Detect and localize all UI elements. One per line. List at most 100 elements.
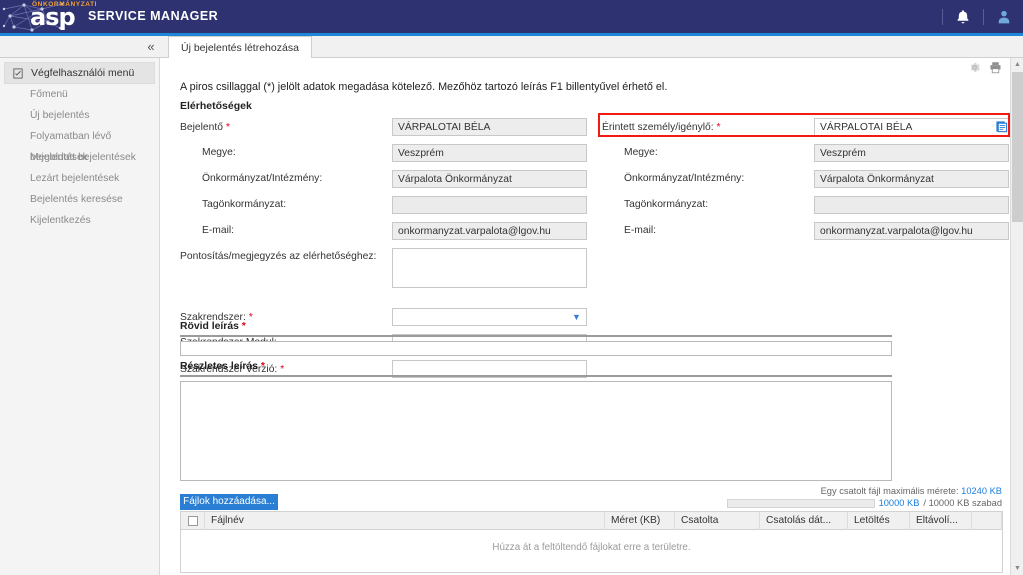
- field-row-email-left: E-mail: onkormanyzat.varpalota@lgov.hu: [180, 222, 590, 244]
- quota-max-line: Egy csatolt fájl maximális mérete: 10240…: [692, 486, 1002, 496]
- collapse-sidebar-button[interactable]: «: [140, 38, 162, 56]
- scrollbar-thumb[interactable]: [1012, 72, 1023, 222]
- label-email-left: E-mail:: [202, 225, 235, 236]
- label-tagonkormanyzat-left: Tagönkormányzat:: [202, 199, 287, 210]
- sidebar-item-kijelentkezes[interactable]: Kijelentkezés: [0, 210, 159, 231]
- attachments-grid-body[interactable]: Húzza át a feltöltendő fájlokat erre a t…: [181, 530, 1002, 572]
- main-vertical-scrollbar[interactable]: ▲ ▼: [1010, 58, 1023, 575]
- column-header-meret[interactable]: Méret (KB): [605, 511, 675, 530]
- input-tagonkormanyzat-right: [814, 196, 1009, 214]
- input-megye-left: Veszprém: [392, 144, 587, 162]
- input-onkormanyzat-right: Várpalota Önkormányzat: [814, 170, 1009, 188]
- required-marker: *: [241, 320, 246, 332]
- sidebar: Végfelhasználói menü Főmenü Új bejelenté…: [0, 58, 160, 575]
- input-onkormanyzat-left: Várpalota Önkormányzat: [392, 170, 587, 188]
- required-marker: *: [225, 121, 230, 133]
- quota-max-value: 10240 KB: [961, 486, 1002, 496]
- label-tagonkormanyzat-right: Tagönkormányzat:: [624, 199, 709, 210]
- column-header-fajlnev[interactable]: Fájlnév: [205, 511, 605, 530]
- product-name: SERVICE MANAGER: [88, 9, 219, 23]
- print-icon[interactable]: [989, 61, 1002, 74]
- label-pontositas: Pontosítás/megjegyzés az elérhetőséghez:: [180, 251, 377, 262]
- form-toolbar: [968, 61, 1002, 74]
- required-marker: *: [260, 360, 265, 372]
- sidebar-item-fomenu[interactable]: Főmenü: [0, 84, 159, 105]
- column-header-csatolas-datuma[interactable]: Csatolás dát...: [760, 511, 848, 530]
- sidebar-header-vegfelhasznaloi-menu[interactable]: Végfelhasználói menü: [4, 62, 155, 84]
- add-files-button[interactable]: Fájlok hozzáadása...: [180, 494, 278, 510]
- field-row-email-right: E-mail: onkormanyzat.varpalota@lgov.hu: [602, 222, 1010, 244]
- label-erintett-szemely: Érintett személy/igénylő: *: [602, 121, 721, 133]
- long-description-block: Részletes leírás *: [180, 360, 892, 481]
- select-all-cell[interactable]: [181, 511, 205, 530]
- select-all-checkbox[interactable]: [187, 515, 198, 526]
- user-icon[interactable]: [995, 8, 1013, 26]
- label-bejelento: Bejelentő *: [180, 121, 230, 133]
- column-header-eltavolitas[interactable]: Eltávolí...: [910, 511, 972, 530]
- application-window: ÖNKORMÁNYZATI asp SERVICE MANAGER « Új b…: [0, 0, 1023, 575]
- label-onkormanyzat-right: Önkormányzat/Intézmény:: [624, 173, 745, 184]
- attachment-quota: Egy csatolt fájl maximális mérete: 10240…: [692, 486, 1002, 508]
- input-rovid-leiras[interactable]: [180, 341, 892, 356]
- scroll-up-icon[interactable]: ▲: [1011, 58, 1023, 71]
- header-actions: [931, 0, 1013, 33]
- field-row-pontositas: Pontosítás/megjegyzés az elérhetőséghez:: [180, 248, 590, 292]
- quota-total-value: / 10000 KB szabad: [923, 498, 1002, 508]
- divider-reszletes-leiras: [180, 375, 892, 377]
- contact-column-right: Érintett személy/igénylő: * VÁRPALOTAI B…: [602, 118, 1010, 248]
- sidebar-item-megoldott-bejelentesek[interactable]: Megoldott bejelentések: [0, 147, 159, 168]
- field-row-onkormanyzat-left: Önkormányzat/Intézmény: Várpalota Önkorm…: [180, 170, 590, 192]
- label-reszletes-leiras: Részletes leírás *: [180, 360, 265, 372]
- header-divider-1: [942, 8, 943, 25]
- sidebar-header-label: Végfelhasználói menü: [31, 67, 135, 79]
- label-onkormanyzat-left: Önkormányzat/Intézmény:: [202, 173, 323, 184]
- tab-uj-bejelentes-letrehozasa[interactable]: Új bejelentés létrehozása: [168, 36, 312, 59]
- input-email-left: onkormanyzat.varpalota@lgov.hu: [392, 222, 587, 240]
- short-description-block: Rövid leírás *: [180, 320, 892, 356]
- quota-max-label: Egy csatolt fájl maximális mérete:: [820, 486, 959, 496]
- quota-used-value: 10000 KB: [878, 498, 920, 508]
- input-bejelento[interactable]: VÁRPALOTAI BÉLA: [392, 118, 587, 136]
- label-rovid-leiras: Rövid leírás *: [180, 320, 246, 332]
- field-row-onkormanyzat-right: Önkormányzat/Intézmény: Várpalota Önkorm…: [602, 170, 1010, 192]
- field-row-bejelento: Bejelentő * VÁRPALOTAI BÉLA: [180, 118, 590, 140]
- scroll-down-icon[interactable]: ▼: [1011, 562, 1023, 575]
- input-tagonkormanyzat-left: [392, 196, 587, 214]
- textarea-pontositas[interactable]: [392, 248, 587, 288]
- app-header: ÖNKORMÁNYZATI asp SERVICE MANAGER: [0, 0, 1023, 33]
- divider-rovid-leiras: [180, 335, 892, 337]
- main-content: A piros csillaggal (*) jelölt adatok meg…: [161, 58, 1010, 575]
- textarea-reszletes-leiras[interactable]: [180, 381, 892, 481]
- sidebar-item-bejelentes-keresese[interactable]: Bejelentés keresése: [0, 189, 159, 210]
- sidebar-item-folyamatban-levo-bejelentesek[interactable]: Folyamatban lévő bejelentések: [0, 126, 159, 163]
- input-email-right: onkormanyzat.varpalota@lgov.hu: [814, 222, 1009, 240]
- field-row-erintett-szemely: Érintett személy/igénylő: * VÁRPALOTAI B…: [602, 118, 1010, 140]
- field-row-tagonkormanyzat-left: Tagönkormányzat:: [180, 196, 590, 218]
- header-divider-2: [983, 8, 984, 25]
- bell-icon[interactable]: [954, 8, 972, 26]
- quota-progress-bar: [726, 498, 875, 508]
- label-megye-right: Megye:: [624, 147, 658, 158]
- field-row-tagonkormanyzat-right: Tagönkormányzat:: [602, 196, 1010, 218]
- column-header-letoltes[interactable]: Letöltés: [848, 511, 910, 530]
- attachments-grid: Fájlnév Méret (KB) Csatolta Csatolás dát…: [180, 511, 1003, 573]
- quota-usage-line: 10000 KB / 10000 KB szabad: [692, 498, 1002, 508]
- label-email-right: E-mail:: [624, 225, 657, 236]
- sidebar-item-uj-bejelentes[interactable]: Új bejelentés: [0, 105, 159, 126]
- settings-icon[interactable]: [968, 61, 981, 74]
- drop-files-hint: Húzza át a feltöltendő fájlokat erre a t…: [492, 542, 691, 553]
- person-picker-icon[interactable]: [995, 120, 1008, 133]
- column-header-spacer: [972, 511, 1002, 530]
- sidebar-item-lezart-bejelentesek[interactable]: Lezárt bejelentések: [0, 168, 159, 189]
- field-row-megye-right: Megye: Veszprém: [602, 144, 1010, 166]
- required-fields-hint: A piros csillaggal (*) jelölt adatok meg…: [180, 81, 668, 93]
- section-title-elerhetosegek: Elérhetőségek: [180, 100, 252, 112]
- label-megye-left: Megye:: [202, 147, 236, 158]
- field-row-megye-left: Megye: Veszprém: [180, 144, 590, 166]
- logo-wordmark: asp: [30, 3, 76, 31]
- input-erintett-szemely[interactable]: VÁRPALOTAI BÉLA: [814, 118, 1009, 136]
- column-header-csatolta[interactable]: Csatolta: [675, 511, 760, 530]
- input-megye-right: Veszprém: [814, 144, 1009, 162]
- required-marker: *: [716, 121, 721, 133]
- checklist-icon: [13, 68, 23, 78]
